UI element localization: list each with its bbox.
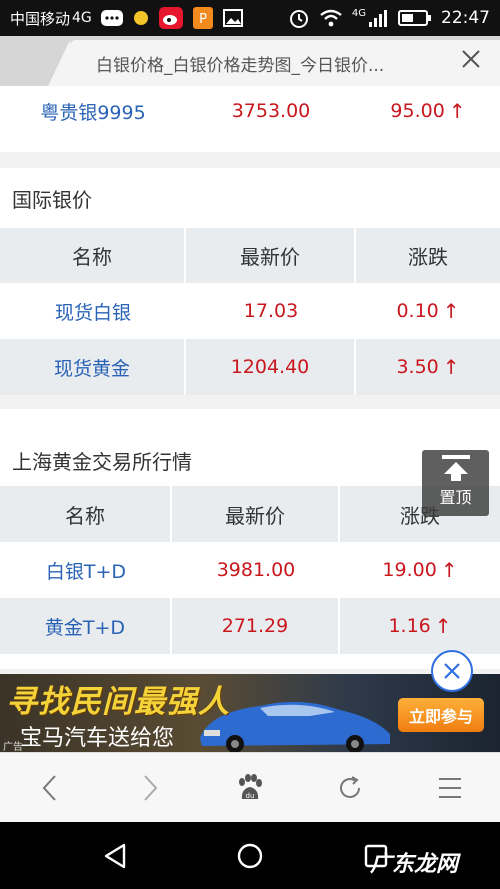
price-change-cell: 95.00 ↑ [356,86,500,136]
shanghai-section: 上海黄金交易所行情 名称 最新价 涨跌 白银T+D 3981.00 19.00 ↑… [0,409,500,669]
column-header-change: 涨跌 [408,245,448,269]
status-bar: 中国移动 4G P 4G 22:47 [0,0,500,36]
dot-icon [132,9,150,27]
table-row: 现货白银 17.03 0.10 ↑ [0,283,500,339]
up-arrow-icon: ↑ [442,299,460,323]
column-header-price: 最新价 [186,228,356,283]
up-arrow-icon: ↑ [448,99,466,123]
product-name[interactable]: 现货白银 [0,283,186,339]
app-icon: P [192,6,214,30]
alarm-icon [288,7,310,29]
price-change: 1.16 [388,615,431,637]
ad-close-icon[interactable] [431,650,473,692]
price-change-cell: 1.16 ↑ [340,598,500,654]
back-to-top-button[interactable]: 置顶 [422,450,489,516]
latest-price: 3981.00 [216,559,296,581]
svg-text:du: du [246,792,255,800]
latest-price: 1204.40 [186,339,356,395]
table-row: 粤贵银9995 3753.00 95.00 ↑ [0,86,500,136]
nav-back-icon[interactable] [99,840,131,872]
signal-network-label: 4G [351,7,366,19]
up-arrow-icon: ↑ [434,614,452,638]
svg-text:P: P [199,12,207,27]
previous-table: 粤贵银9995 3753.00 95.00 ↑ [0,86,500,152]
column-header-price: 最新价 [172,486,340,542]
image-icon [222,8,244,28]
latest-price: 3753.00 [231,100,311,122]
watermark: 广东龙网 [370,852,459,877]
table-row: 白银T+D 3981.00 19.00 ↑ [0,542,500,598]
price-change: 3.50 [396,356,439,378]
tab-title: 白银价格_白银价格走势图_今日银价... [96,55,385,76]
ad-headline: 寻找民间最强人 [6,684,230,720]
product-name[interactable]: 黄金T+D [0,598,172,654]
page-content: 粤贵银9995 3753.00 95.00 ↑ 国际银价 名称 最新价 涨跌 现货… [0,86,500,752]
product-name[interactable]: 白银T+D [0,542,172,598]
arrow-up-icon [441,455,470,481]
menu-icon[interactable] [430,768,470,808]
back-icon[interactable] [30,768,70,808]
product-name[interactable]: 现货黄金 [0,339,186,395]
forward-icon[interactable] [130,768,170,808]
battery-icon [398,9,432,27]
price-change-cell: 3.50 ↑ [356,339,500,395]
column-header-name: 名称 [0,486,172,542]
network-label: 4G [72,10,92,26]
ad-subline: 宝马汽车送给您 [20,726,175,751]
up-arrow-icon: ↑ [440,558,458,582]
baidu-home-icon[interactable]: du [230,768,270,808]
signal-icon [367,8,389,28]
wifi-icon [319,8,343,28]
clock: 22:47 [441,8,490,28]
weibo-icon [158,6,184,30]
tab-close-icon[interactable] [460,48,482,70]
ad-banner[interactable]: 寻找民间最强人 宝马汽车送给您 立即参与 [0,674,500,752]
ad-cta-button[interactable]: 立即参与 [398,698,484,732]
price-change-cell: 0.10 ↑ [356,283,500,339]
price-change-cell: 19.00 ↑ [340,542,500,598]
tab-bar: 白银价格_白银价格走势图_今日银价... [0,36,500,86]
table-row: 现货黄金 1204.40 3.50 ↑ [0,339,500,395]
table-row: 黄金T+D 271.29 1.16 ↑ [0,598,500,654]
section-title: 国际银价 [12,187,92,212]
nav-home-icon[interactable] [234,840,266,872]
table-header: 名称 最新价 涨跌 [0,228,500,283]
price-change: 95.00 [390,100,445,122]
latest-price: 271.29 [172,598,340,654]
active-tab[interactable]: 白银价格_白银价格走势图_今日银价... [48,40,500,86]
latest-price: 17.03 [243,300,299,322]
refresh-icon[interactable] [330,768,370,808]
back-to-top-label: 置顶 [439,488,472,507]
carrier-label: 中国移动 [10,9,71,28]
up-arrow-icon: ↑ [442,355,460,379]
ad-mark: 广告 [3,742,23,753]
international-section: 国际银价 名称 最新价 涨跌 现货白银 17.03 0.10 ↑ 现货黄金 120… [0,168,500,395]
price-change: 19.00 [382,559,437,581]
price-change: 0.10 [396,300,439,322]
message-icon [100,8,124,28]
column-header-name: 名称 [0,228,186,283]
product-name[interactable]: 粤贵银9995 [0,86,186,136]
browser-toolbar: du [0,752,500,822]
screen: 中国移动 4G P 4G 22:47 白银价格_白银价格走势图_今日银价... … [0,0,500,889]
